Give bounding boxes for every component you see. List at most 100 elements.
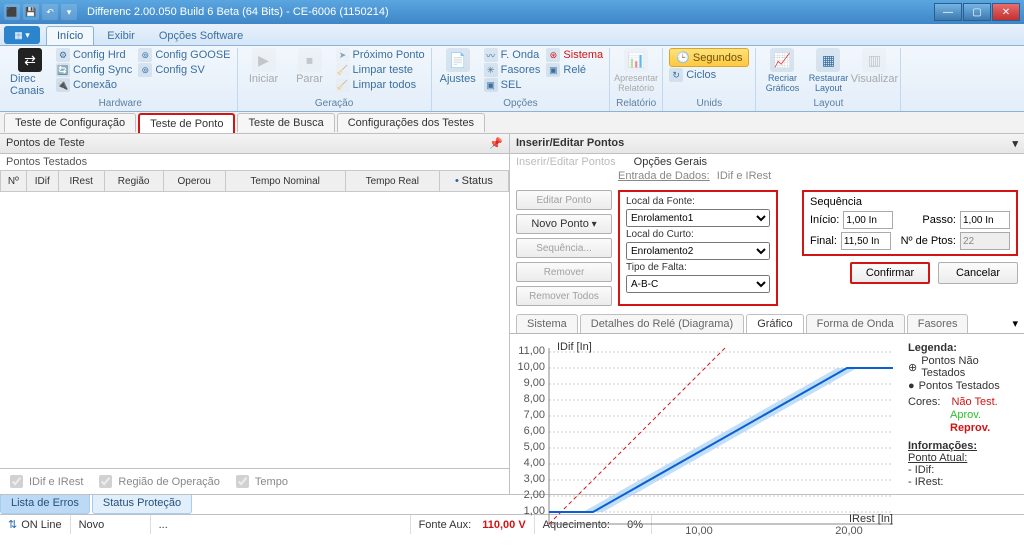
ajustes-button[interactable]: 📄Ajustes (438, 48, 478, 85)
col-regiao[interactable]: Região (104, 171, 163, 192)
points-table: Nº IDif IRest Região Operou Tempo Nomina… (0, 170, 509, 192)
status-dots: ... (151, 515, 411, 534)
inicio-input[interactable] (843, 211, 893, 229)
subtab-conf-testes[interactable]: Configurações dos Testes (337, 113, 485, 132)
ytick: 5,00 (524, 441, 545, 453)
phasor-icon: ✳ (484, 63, 498, 77)
ied-minitab-opcoes[interactable]: Opções Gerais (634, 156, 707, 168)
col-n[interactable]: Nº (1, 171, 27, 192)
limpar-teste-button[interactable]: 🧹Limpar teste (336, 63, 425, 77)
chk-regiao-box[interactable] (99, 475, 112, 488)
pin-icon[interactable]: 📌 (489, 137, 503, 150)
novo-ponto-button[interactable]: Novo Ponto ▾ (516, 214, 612, 234)
restaurar-layout-button[interactable]: ▦Restaurar Layout (808, 48, 848, 93)
gtab-fasores[interactable]: Fasores (907, 314, 969, 333)
bottab-status[interactable]: Status Proteção (92, 495, 192, 514)
conexao-button[interactable]: 🔌Conexão (56, 78, 132, 92)
col-idif[interactable]: IDif (26, 171, 58, 192)
sel-button[interactable]: ▣SEL (484, 78, 541, 92)
segundos-button[interactable]: 🕒Segundos (669, 48, 749, 67)
sequencia-button[interactable]: Sequência... (516, 238, 612, 258)
file-menu-button[interactable]: ▦ ▾ (4, 26, 40, 44)
fasores-button[interactable]: ✳Fasores (484, 63, 541, 77)
config-sync-label: Config Sync (73, 64, 132, 76)
legend-aprov: Aprov. (950, 409, 981, 421)
final-input[interactable] (841, 232, 891, 250)
ied-minitab-insert[interactable]: Inserir/Editar Pontos (516, 156, 616, 168)
close-button[interactable]: ✕ (992, 3, 1020, 21)
config-hrd-button[interactable]: ⚙Config Hrd (56, 48, 132, 62)
chk-tempo[interactable]: Tempo (232, 472, 288, 491)
qat-dropdown-icon[interactable]: ▾ (61, 4, 77, 20)
config-goose-button[interactable]: ⊚Config GOOSE (138, 48, 230, 62)
entrada-dados-link[interactable]: Entrada de Dados: (618, 170, 710, 182)
chk-tempo-box[interactable] (236, 475, 249, 488)
maximize-button[interactable]: ▢ (963, 3, 991, 21)
fonda-button[interactable]: 〰F. Onda (484, 48, 541, 62)
graph-tabs: Sistema Detalhes do Relé (Diagrama) Gráf… (510, 314, 1024, 334)
direc-canais-button[interactable]: ⇄Direc Canais (10, 48, 50, 97)
visualizar-label: Visualizar (851, 73, 899, 85)
apresentar-relatorio-button[interactable]: 📊Apresentar Relatório (616, 48, 656, 93)
tab-inicio[interactable]: Início (46, 26, 94, 45)
chk-regiao-label: Região de Operação (118, 476, 220, 488)
save-icon[interactable]: 💾 (23, 4, 39, 20)
rele-button[interactable]: ▣Relé (546, 63, 603, 77)
legend-box: Legenda: ⊕Pontos Não Testados ●Pontos Te… (904, 334, 1024, 545)
undo-icon[interactable]: ↶ (42, 4, 58, 20)
sistema-button[interactable]: ⊛Sistema (546, 48, 603, 62)
info-title: Informações: (908, 440, 1020, 452)
config-sync-button[interactable]: 🔄Config Sync (56, 63, 132, 77)
col-tnom[interactable]: Tempo Nominal (225, 171, 345, 192)
remover-button[interactable]: Remover (516, 262, 612, 282)
col-operou[interactable]: Operou (163, 171, 225, 192)
subtab-config[interactable]: Teste de Configuração (4, 113, 136, 132)
ponto-atual-link[interactable]: Ponto Atual: (908, 452, 1020, 464)
graph-collapse-icon[interactable]: ▾ (1006, 314, 1024, 333)
rele-label: Relé (563, 64, 586, 76)
tab-exibir[interactable]: Exibir (96, 26, 146, 45)
subtab-busca[interactable]: Teste de Busca (237, 113, 334, 132)
limpar-teste-label: Limpar teste (353, 64, 414, 76)
test-subtabs: Teste de Configuração Teste de Ponto Tes… (0, 112, 1024, 134)
chk-regiao[interactable]: Região de Operação (95, 472, 220, 491)
subtab-ponto[interactable]: Teste de Ponto (138, 113, 235, 133)
confirmar-button[interactable]: Confirmar (850, 262, 930, 284)
gtab-detalhes[interactable]: Detalhes do Relé (Diagrama) (580, 314, 744, 333)
group-opcoes-label: Opções (438, 97, 604, 111)
col-treal[interactable]: Tempo Real (345, 171, 439, 192)
col-status[interactable]: • Status (439, 171, 508, 192)
tipo-falta-select[interactable]: A-B-C (626, 275, 770, 293)
config-sv-button[interactable]: ⊚Config SV (138, 63, 230, 77)
gtab-grafico[interactable]: Gráfico (746, 314, 803, 333)
limpar-todos-button[interactable]: 🧹Limpar todos (336, 78, 425, 92)
bottab-erros[interactable]: Lista de Erros (0, 495, 90, 514)
visualizar-button[interactable]: ▥Visualizar (854, 48, 894, 85)
remover-todos-button[interactable]: Remover Todos (516, 286, 612, 306)
cancelar-button[interactable]: Cancelar (938, 262, 1018, 284)
restaurar-label: Restaurar Layout (808, 73, 848, 93)
iniciar-button[interactable]: ▶Iniciar (244, 48, 284, 85)
ytick: 9,00 (524, 377, 545, 389)
passo-input[interactable] (960, 211, 1010, 229)
local-fonte-select[interactable]: Enrolamento1 (626, 209, 770, 227)
chk-idif-irest[interactable]: IDif e IRest (6, 472, 83, 491)
recriar-graficos-button[interactable]: 📈Recriar Gráficos (762, 48, 802, 93)
tab-opcoes-software[interactable]: Opções Software (148, 26, 254, 45)
local-curto-select[interactable]: Enrolamento2 (626, 242, 770, 260)
ciclos-button[interactable]: ↻Ciclos (669, 68, 749, 82)
editar-ponto-button[interactable]: Editar Ponto (516, 190, 612, 210)
chk-idif-irest-box[interactable] (10, 475, 23, 488)
proximo-ponto-button[interactable]: ➤Próximo Ponto (336, 48, 425, 62)
gtab-sistema[interactable]: Sistema (516, 314, 578, 333)
xlabel: IRest [In] (849, 513, 893, 525)
prox-label: Próximo Ponto (353, 49, 425, 61)
parar-button[interactable]: ⏹Parar (290, 48, 330, 85)
gtab-forma[interactable]: Forma de Onda (806, 314, 905, 333)
report-icon: 📊 (624, 48, 648, 72)
system-icon: ⊛ (546, 48, 560, 62)
collapse-icon[interactable]: ▾ (1012, 137, 1018, 150)
nptos-input (960, 232, 1010, 250)
minimize-button[interactable]: — (934, 3, 962, 21)
col-irest[interactable]: IRest (58, 171, 104, 192)
